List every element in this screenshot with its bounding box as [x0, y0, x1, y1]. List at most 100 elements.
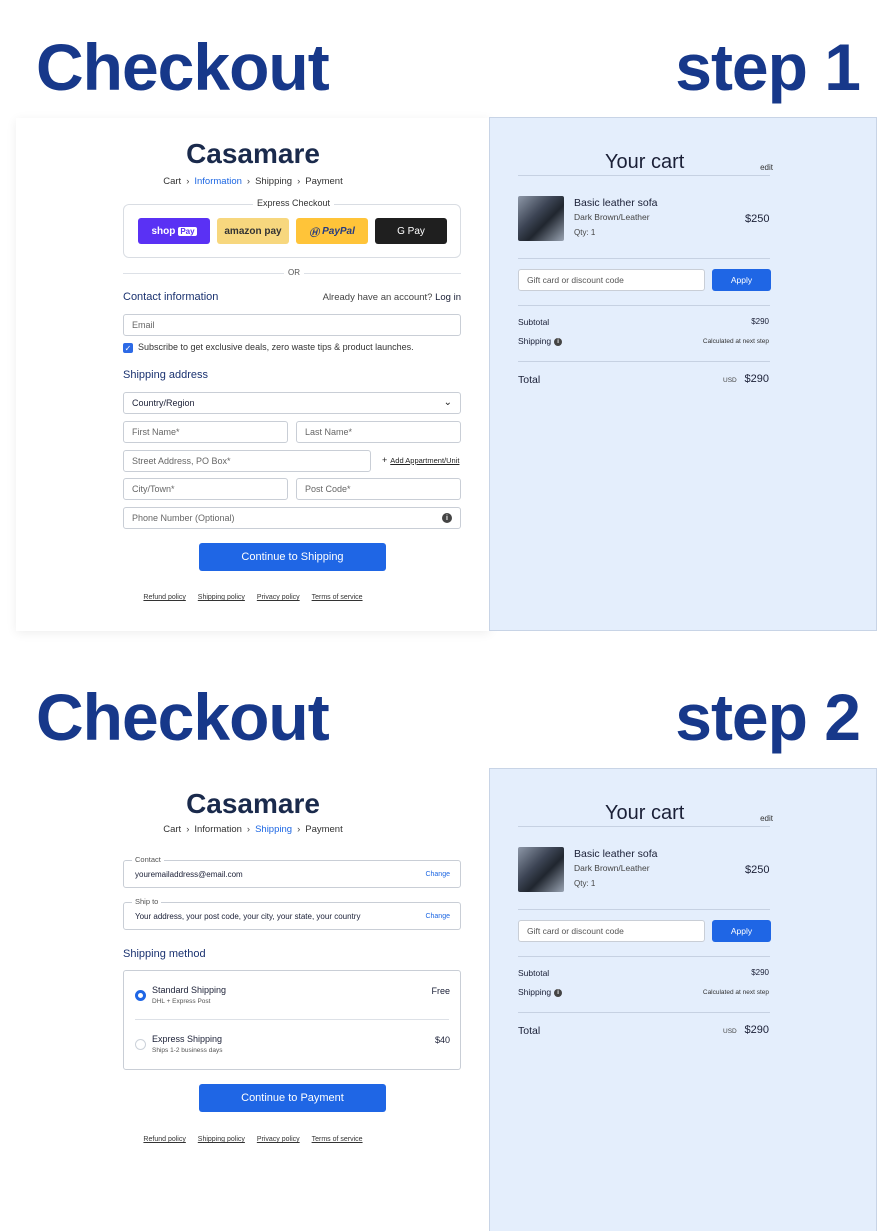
paypal-button[interactable]: Ⓗ PayPal	[296, 218, 368, 244]
breadcrumb-cart[interactable]: Cart	[163, 176, 181, 187]
country-select[interactable]: Country/Region ⌄	[123, 392, 461, 414]
info-icon[interactable]: i	[554, 988, 563, 997]
shop-pay-badge: Pay	[178, 226, 197, 236]
hero-step-label: step 2	[675, 680, 861, 754]
street-address-field[interactable]: Street Address, PO Box*	[123, 450, 371, 472]
phone-field[interactable]: Phone Number (Optional) i	[123, 507, 461, 529]
continue-to-shipping-button[interactable]: Continue to Shipping	[199, 543, 386, 571]
shipping-value: Calculated at next step	[702, 338, 769, 345]
cart-edit-link[interactable]: edit	[760, 814, 773, 823]
refund-policy-link[interactable]: Refund policy	[143, 1136, 185, 1143]
total-label: Total	[518, 374, 541, 386]
shipping-method-title: Shipping method	[123, 948, 206, 960]
change-address-link[interactable]: Change	[425, 913, 450, 920]
shipping-option-detail: DHL + Express Post	[152, 998, 211, 1005]
policy-links: Refund policy Shipping policy Privacy po…	[16, 1136, 490, 1143]
contact-info-title: Contact information	[123, 291, 219, 303]
last-name-field[interactable]: Last Name*	[296, 421, 461, 443]
cart-edit-link[interactable]: edit	[760, 163, 773, 172]
shipping-value: Calculated at next step	[702, 989, 769, 996]
email-field[interactable]: Email	[123, 314, 461, 336]
brand-logo: Casamare	[186, 138, 320, 169]
shipping-option-name: Standard Shipping	[152, 985, 227, 995]
apply-discount-button[interactable]: Apply	[712, 920, 771, 942]
divider	[518, 826, 770, 827]
paypal-label: PayPal	[322, 225, 355, 237]
product-price: $250	[745, 864, 770, 876]
plus-icon: +	[382, 455, 388, 465]
checkout-step-1: Checkout step 1 Casamare Cart › Informatio…	[0, 0, 894, 650]
product-quantity: Qty: 1	[574, 879, 596, 888]
subtotal-label: Subtotal	[518, 317, 550, 327]
shipping-method-list: Standard Shipping DHL + Express Post Fre…	[123, 970, 461, 1070]
shipping-label: Shipping i	[518, 336, 563, 346]
divider	[518, 258, 770, 259]
first-name-field[interactable]: First Name*	[123, 421, 288, 443]
post-code-field[interactable]: Post Code*	[296, 478, 461, 500]
brand-logo: Casamare	[186, 788, 320, 819]
breadcrumb-information[interactable]: Information	[194, 824, 242, 835]
breadcrumb-separator: ›	[297, 824, 301, 835]
shop-pay-label: shop	[151, 225, 176, 237]
divider	[518, 361, 770, 362]
city-field[interactable]: City/Town*	[123, 478, 288, 500]
checkout-form-panel: Casamare Cart › Information › Shipping › Payme…	[16, 118, 490, 631]
add-apartment-link[interactable]: + Add Appartment/Unit	[382, 455, 459, 465]
privacy-policy-link[interactable]: Privacy policy	[257, 594, 300, 601]
breadcrumb-separator: ›	[186, 824, 190, 835]
divider	[518, 956, 770, 957]
breadcrumb-shipping[interactable]: Shipping	[255, 824, 292, 835]
contact-email: youremailaddress@email.com	[135, 870, 243, 879]
shipping-option-detail: Ships 1-2 business days	[152, 1047, 223, 1054]
divider	[135, 1019, 449, 1020]
breadcrumb-separator: ›	[297, 176, 301, 187]
ship-to-tag: Ship to	[132, 897, 162, 906]
info-icon[interactable]: i	[442, 513, 452, 523]
policy-links: Refund policy Shipping policy Privacy po…	[16, 594, 490, 601]
discount-code-input[interactable]: Gift card or discount code	[518, 269, 705, 291]
google-pay-button[interactable]: G Pay	[375, 218, 447, 244]
shop-pay-button[interactable]: shop Pay	[138, 218, 210, 244]
divider	[518, 1012, 770, 1013]
terms-of-service-link[interactable]: Terms of service	[312, 594, 363, 601]
shipping-policy-link[interactable]: Shipping policy	[198, 594, 245, 601]
cart-summary-panel: Your cart edit Basic leather sofa Dark B…	[489, 768, 877, 1231]
contact-summary: Contact youremailaddress@email.com Chang…	[123, 855, 461, 888]
radio-selected[interactable]	[135, 990, 146, 1001]
product-price: $250	[745, 213, 770, 225]
privacy-policy-link[interactable]: Privacy policy	[257, 1136, 300, 1143]
login-prompt-text: Already have an account?	[322, 292, 433, 303]
express-checkout-label: Express Checkout	[253, 198, 335, 208]
subscribe-checkbox[interactable]: ✓	[123, 343, 133, 353]
shipping-label-text: Shipping	[518, 987, 552, 997]
total-currency: USD	[723, 1028, 737, 1035]
amazon-pay-button[interactable]: amazon pay	[217, 218, 289, 244]
radio-unselected[interactable]	[135, 1039, 146, 1050]
apply-discount-button[interactable]: Apply	[712, 269, 771, 291]
terms-of-service-link[interactable]: Terms of service	[312, 1136, 363, 1143]
product-variant: Dark Brown/Leather	[574, 863, 650, 873]
express-checkout-box: Express Checkout shop Pay amazon pay Ⓗ Pay…	[123, 198, 461, 258]
continue-to-payment-button[interactable]: Continue to Payment	[199, 1084, 386, 1112]
breadcrumb-information[interactable]: Information	[194, 176, 242, 187]
total-value: $290	[744, 1024, 769, 1036]
login-link[interactable]: Log in	[435, 292, 461, 303]
breadcrumb-cart[interactable]: Cart	[163, 824, 181, 835]
discount-code-input[interactable]: Gift card or discount code	[518, 920, 705, 942]
product-name: Basic leather sofa	[574, 848, 658, 860]
breadcrumb-shipping[interactable]: Shipping	[255, 176, 292, 187]
breadcrumb-payment[interactable]: Payment	[305, 176, 343, 187]
breadcrumb-payment[interactable]: Payment	[305, 824, 343, 835]
info-icon[interactable]: i	[554, 337, 563, 346]
total-currency: USD	[723, 377, 737, 384]
shipping-option-name: Express Shipping	[152, 1034, 223, 1044]
change-contact-link[interactable]: Change	[425, 871, 450, 878]
refund-policy-link[interactable]: Refund policy	[143, 594, 185, 601]
phone-field-placeholder: Phone Number (Optional)	[132, 513, 235, 523]
shipping-label: Shipping i	[518, 987, 563, 997]
product-quantity: Qty: 1	[574, 228, 596, 237]
shipping-policy-link[interactable]: Shipping policy	[198, 1136, 245, 1143]
add-apartment-label: Add Appartment/Unit	[390, 456, 460, 465]
shipping-address-title: Shipping address	[123, 369, 209, 381]
ship-to-summary: Ship to Your address, your post code, yo…	[123, 897, 461, 930]
